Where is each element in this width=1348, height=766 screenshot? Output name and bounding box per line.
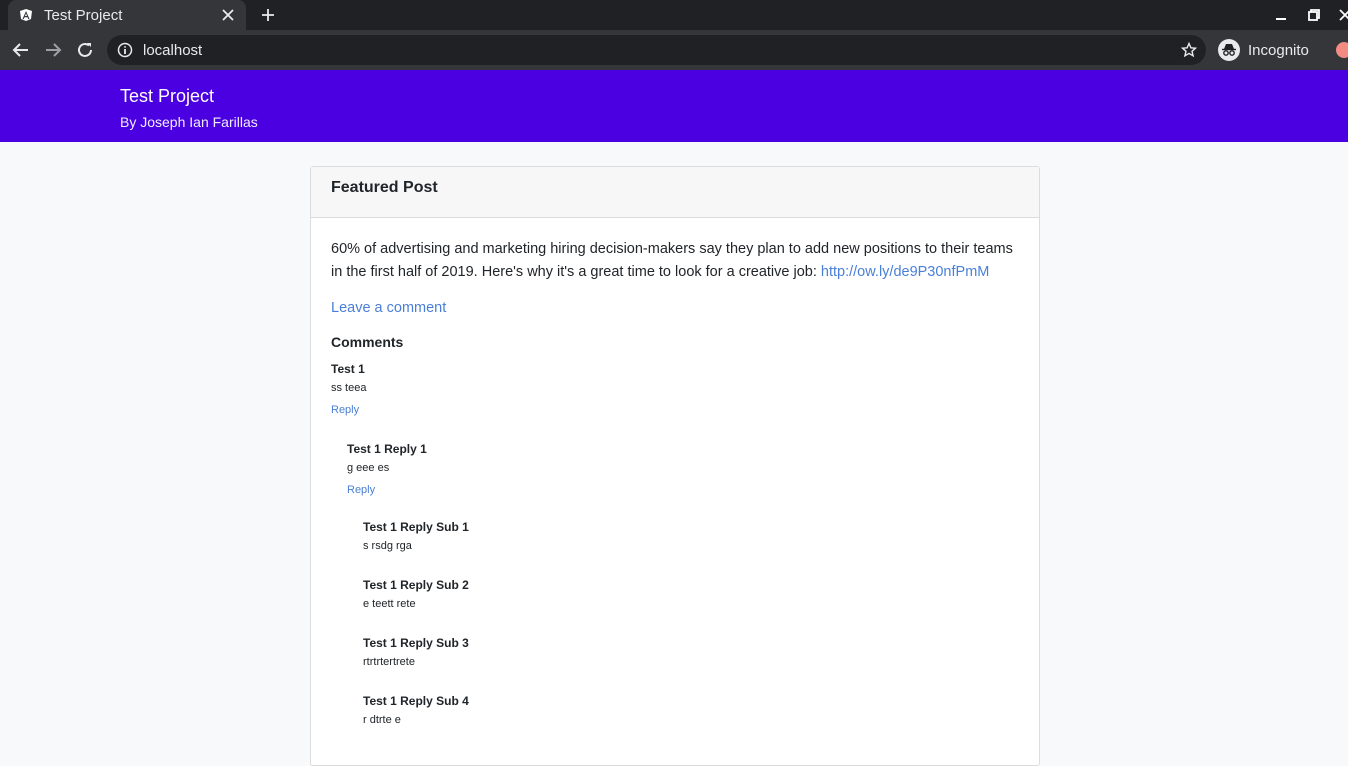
- post-text: 60% of advertising and marketing hiring …: [331, 238, 1019, 284]
- comment-author: Test 1 Reply 1: [347, 442, 427, 456]
- extension-icon[interactable]: [1336, 42, 1348, 58]
- app-title: Test Project: [120, 86, 215, 106]
- restore-icon[interactable]: [1305, 6, 1323, 24]
- forward-arrow-icon[interactable]: [43, 40, 63, 60]
- address-bar[interactable]: [107, 35, 1206, 65]
- comment-author: Test 1 Reply Sub 1: [363, 520, 469, 534]
- card-body: 60% of advertising and marketing hiring …: [311, 218, 1039, 746]
- featured-post-card: Featured Post 60% of advertising and mar…: [310, 166, 1040, 766]
- comments-heading: Comments: [331, 334, 404, 350]
- info-icon[interactable]: [117, 42, 133, 58]
- minimize-icon[interactable]: [1272, 6, 1290, 24]
- post-link[interactable]: http://ow.ly/de9P30nfPmM: [821, 264, 989, 280]
- reply-item: Test 1 Reply 1 g eee es Reply: [347, 442, 1019, 498]
- sub-reply-item: Test 1 Reply Sub 4 r dtrte e: [363, 694, 1019, 726]
- reload-icon[interactable]: [75, 40, 95, 60]
- sub-reply-item: Test 1 Reply Sub 1 s rsdg rga: [363, 520, 1019, 552]
- comment-text: rtrtrtertrete: [363, 656, 415, 668]
- incognito-profile-button[interactable]: Incognito: [1218, 37, 1324, 63]
- comment-text: ss teea: [331, 382, 367, 394]
- reply-link[interactable]: Reply: [331, 404, 359, 416]
- sub-reply-item: Test 1 Reply Sub 2 e teett rete: [363, 578, 1019, 610]
- comment-author: Test 1 Reply Sub 2: [363, 578, 469, 592]
- comment-author: Test 1 Reply Sub 4: [363, 694, 469, 708]
- comment-author: Test 1: [331, 362, 365, 376]
- close-icon[interactable]: [220, 7, 236, 23]
- new-tab-plus-icon[interactable]: [258, 5, 278, 25]
- comment-text: s rsdg rga: [363, 540, 412, 552]
- tab-title: Test Project: [44, 6, 123, 24]
- browser-toolbar: Incognito: [0, 30, 1348, 70]
- card-heading: Featured Post: [311, 167, 1039, 218]
- sub-reply-item: Test 1 Reply Sub 3 rtrtrtertrete: [363, 636, 1019, 668]
- back-arrow-icon[interactable]: [11, 40, 31, 60]
- browser-tab[interactable]: Test Project: [8, 0, 246, 30]
- bookmark-star-icon[interactable]: [1180, 41, 1198, 59]
- comment-text: g eee es: [347, 462, 390, 474]
- app-subtitle: By Joseph Ian Farillas: [120, 114, 258, 130]
- window-close-icon[interactable]: [1336, 6, 1348, 24]
- angular-favicon-icon: [18, 7, 34, 23]
- comment-text: e teett rete: [363, 598, 416, 610]
- comment-text: r dtrte e: [363, 714, 401, 726]
- browser-tabstrip: Test Project: [0, 0, 1348, 30]
- reply-link[interactable]: Reply: [347, 484, 375, 496]
- url-input[interactable]: [143, 41, 1180, 59]
- incognito-label: Incognito: [1248, 41, 1309, 59]
- leave-comment-link[interactable]: Leave a comment: [331, 300, 446, 316]
- comment-item: Test 1 ss teea Reply Test 1 Reply 1 g ee…: [331, 362, 1019, 726]
- comment-author: Test 1 Reply Sub 3: [363, 636, 469, 650]
- incognito-icon: [1218, 39, 1240, 61]
